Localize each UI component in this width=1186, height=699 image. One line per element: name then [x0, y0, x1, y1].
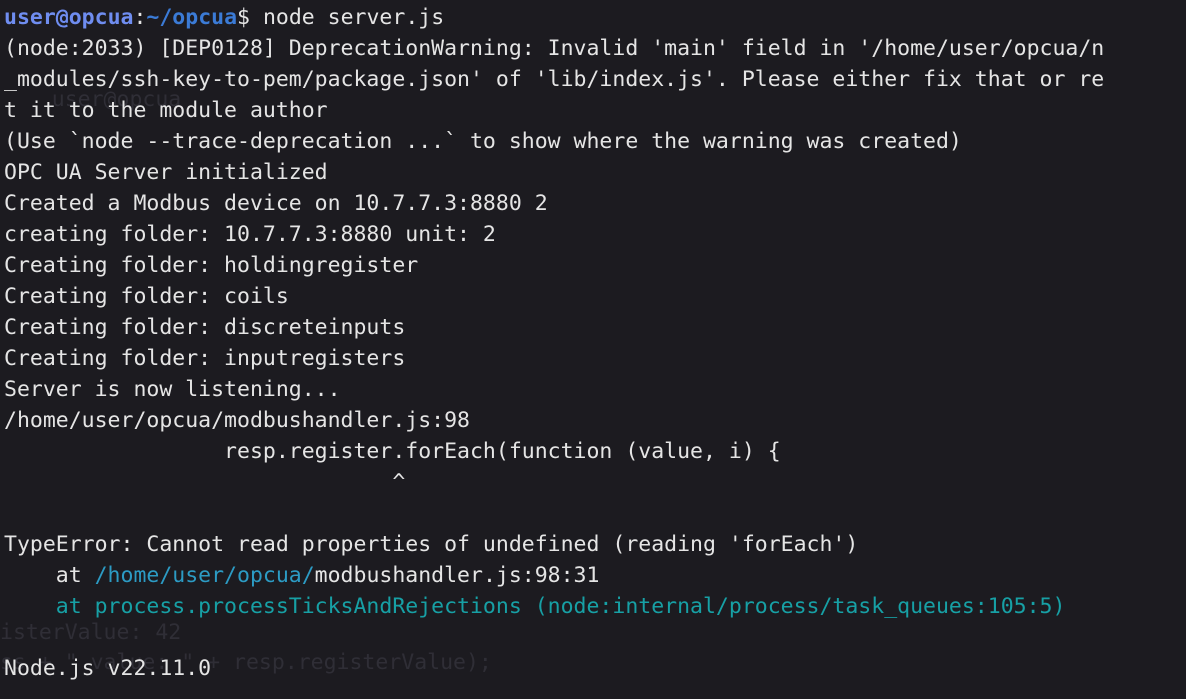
output-line: Creating folder: coils: [4, 284, 289, 309]
output-line: creating folder: 10.7.7.3:8880 unit: 2: [4, 222, 496, 247]
output-line: (node:2033) [DEP0128] DeprecationWarning…: [4, 36, 1105, 61]
node-version-line: Node.js v22.11.0: [4, 656, 212, 681]
prompt-line: user@opcua:~/opcua$ node server.js: [4, 2, 1186, 33]
error-location-line: /home/user/opcua/modbushandler.js:98: [4, 408, 470, 433]
output-line: _modules/ssh-key-to-pem/package.json' of…: [4, 67, 1105, 92]
output-line: Creating folder: inputregisters: [4, 346, 406, 371]
output-line: OPC UA Server initialized: [4, 160, 328, 185]
output-line: Creating folder: holdingregister: [4, 253, 419, 278]
prompt-host: opcua: [68, 5, 134, 30]
stack-prefix: at: [4, 563, 95, 588]
stack-path[interactable]: /home/user/opcua/: [95, 563, 315, 588]
prompt-command: node server.js: [262, 5, 445, 30]
error-message-line: TypeError: Cannot read properties of und…: [4, 532, 859, 557]
output-line: Server is now listening...: [4, 377, 341, 402]
prompt-at: @: [55, 5, 69, 30]
stack-file[interactable]: modbushandler.js:98:31: [315, 563, 600, 588]
error-caret-line: ^: [4, 470, 406, 495]
cursor-line[interactable]: [4, 684, 1186, 699]
prompt-user: user: [4, 5, 56, 30]
output-line: t it to the module author: [4, 98, 328, 123]
prompt-symbol: $: [237, 5, 250, 30]
error-source-line: resp.register.forEach(function (value, i…: [4, 439, 781, 464]
terminal-window[interactable]: user@opcua isterValue: 42 ss + " value: …: [0, 0, 1186, 699]
prompt-cwd: ~/opcua: [146, 5, 238, 30]
prompt-colon: :: [133, 5, 147, 30]
output-line: (Use `node --trace-deprecation ...` to s…: [4, 129, 962, 154]
stack-trace-line: at /home/user/opcua/modbushandler.js:98:…: [4, 560, 1186, 591]
output-line: Created a Modbus device on 10.7.7.3:8880…: [4, 191, 548, 216]
stack-trace-line: at process.processTicksAndRejections (no…: [4, 594, 1066, 619]
terminal-output: user@opcua:~/opcua$ node server.js (node…: [4, 2, 1186, 699]
output-line: Creating folder: discreteinputs: [4, 315, 406, 340]
